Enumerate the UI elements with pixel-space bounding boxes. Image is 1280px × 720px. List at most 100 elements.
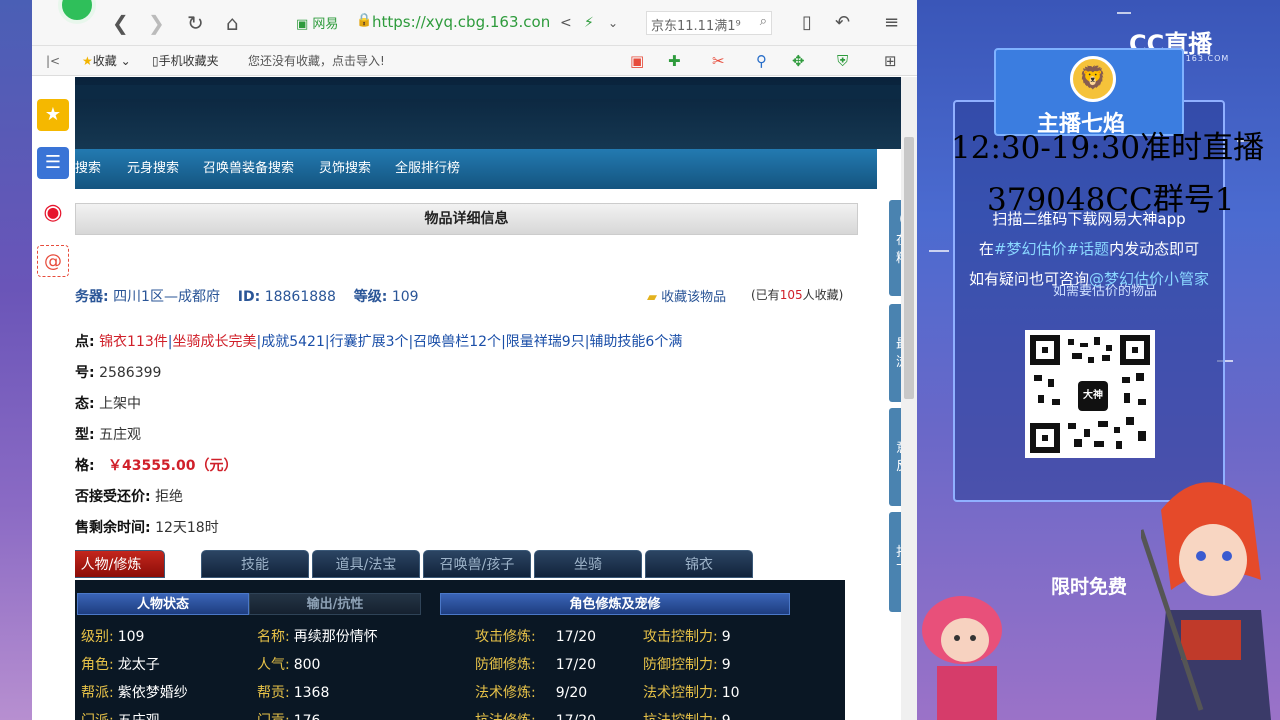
bookmark-hint[interactable]: 您还没有收藏，点击导入! bbox=[248, 46, 385, 76]
red-hair-character-figure bbox=[1141, 482, 1271, 720]
type-value: 五庄观 bbox=[99, 427, 142, 443]
detail-header: 物品详细信息 bbox=[75, 203, 858, 235]
browser-nav-bar: ❮ ❯ ↻ ⌂ ▣ 网易 🔒 https://xyq.cbg.163.con <… bbox=[32, 0, 917, 46]
address-bar[interactable]: ▣ 网易 🔒 https://xyq.cbg.163.con bbox=[290, 9, 630, 37]
menu-icon[interactable]: ≡ bbox=[884, 0, 899, 46]
star-icon: ★ bbox=[82, 54, 93, 68]
scroll-thumb[interactable] bbox=[904, 137, 914, 399]
character-info-panel: 人物状态 输出/抗性 角色修炼及宠修 级别:109 角色:龙太子帮派:紫依梦婚纱门… bbox=[75, 580, 845, 720]
flash-icon[interactable]: ⚡ bbox=[584, 0, 594, 46]
highlights-list: 锦衣113件|坐骑成长完美|成就5421|行囊扩展3个|召唤兽栏12个|限量祥瑞… bbox=[99, 334, 682, 350]
remaining-time-row: 售剩余时间: 12天18时 bbox=[75, 520, 219, 536]
news-icon[interactable]: ☰ bbox=[37, 147, 69, 179]
tab-items[interactable]: 道具/法宝 bbox=[312, 550, 420, 578]
search-input[interactable]: 京东11.11满1⁹ ⌕ bbox=[646, 11, 772, 35]
pink-character-figure bbox=[922, 596, 1002, 720]
share-icon[interactable]: < bbox=[560, 0, 572, 46]
output-cell: 名称: 再续那份情怀 bbox=[257, 629, 378, 645]
status-cell: 门派:五庄观 bbox=[81, 710, 160, 720]
gamepad-icon[interactable]: ✥ bbox=[792, 52, 805, 70]
dropdown-icon[interactable]: ⌄ bbox=[608, 0, 618, 46]
price-row: 格: ￥43555.00（元） bbox=[75, 458, 238, 474]
level-value: 109 bbox=[391, 289, 419, 305]
shield-icon[interactable]: ⛨ bbox=[837, 52, 848, 70]
qr-code[interactable]: 大神 bbox=[1025, 330, 1155, 458]
add-extension-icon[interactable]: ✚ bbox=[668, 52, 681, 70]
favorite-item-link[interactable]: ▰ 收藏该物品 bbox=[647, 286, 726, 305]
status-cell: 角色: 龙太子 bbox=[81, 657, 160, 673]
forward-icon[interactable]: ❯ bbox=[148, 0, 165, 46]
tab-character[interactable]: 人物/修炼 bbox=[75, 550, 165, 578]
stream-overlay: CC直播 CC.163.COM 如需要估价的物品 扫描二维码下载网易大神app … bbox=[917, 0, 1280, 720]
status-row: 态: 上架中 bbox=[75, 396, 142, 412]
browser-logo-icon bbox=[58, 0, 96, 24]
favorites-button[interactable]: ★收藏 ⌄ bbox=[82, 46, 131, 76]
browser-sidebar: ★ ☰ ◉ @ bbox=[32, 77, 75, 720]
cert-badge: ▣ 网易 bbox=[296, 17, 339, 32]
tab-outfits[interactable]: 锦衣 bbox=[645, 550, 753, 578]
highlight-item: 成就5421 bbox=[261, 334, 325, 350]
cultivation-cell: 攻击修炼: 17/20 bbox=[475, 629, 597, 645]
control-cell: 攻击控制力: 9 bbox=[643, 629, 731, 645]
favorites-star-icon[interactable]: ★ bbox=[37, 99, 69, 131]
id-value: 18861888 bbox=[264, 289, 336, 305]
home-icon[interactable]: ⌂ bbox=[226, 0, 239, 46]
scissors-icon[interactable]: ✂ bbox=[712, 52, 725, 70]
counter-offer-row: 否接受还价: 拒绝 bbox=[75, 489, 184, 505]
panel-head-status[interactable]: 人物状态 bbox=[77, 593, 249, 615]
status-cell: 级别: 109 bbox=[81, 629, 145, 645]
ad-line-2: 在#梦幻估价#话题内发动态即可 bbox=[978, 240, 1200, 258]
qr-center-badge: 大神 bbox=[1078, 381, 1108, 411]
detail-title: 物品详细信息 bbox=[424, 211, 509, 227]
url-text: https://xyq.cbg.163.con bbox=[372, 13, 551, 31]
tv-icon[interactable]: ▣ bbox=[630, 52, 644, 70]
magnifier-icon[interactable]: ⚲ bbox=[756, 52, 767, 70]
back-icon[interactable]: ❮ bbox=[112, 0, 129, 46]
mobile-favorites-button[interactable]: ▯手机收藏夹 bbox=[152, 46, 219, 76]
weibo-icon[interactable]: ◉ bbox=[37, 197, 69, 229]
output-cell: 门贡:176 bbox=[257, 710, 320, 720]
scrollbar[interactable] bbox=[901, 77, 917, 720]
number-value: 2586399 bbox=[99, 365, 162, 381]
price-value: ￥43555.00（元） bbox=[107, 458, 238, 474]
favorite-count: (已有105人收藏) bbox=[751, 288, 844, 302]
site-nav-menu: 搜索 元身搜索 召唤兽装备搜索 灵饰搜索 全服排行榜 bbox=[75, 149, 877, 189]
counter-offer-value: 拒绝 bbox=[155, 489, 184, 505]
control-cell: 法术控制力: 10 bbox=[643, 685, 740, 701]
nav-pet-equip-search[interactable]: 召唤兽装备搜索 bbox=[203, 149, 294, 189]
output-cell: 帮贡: 1368 bbox=[257, 685, 330, 701]
nav-role-search[interactable]: 元身搜索 bbox=[127, 149, 179, 189]
tab-pets[interactable]: 召唤兽/孩子 bbox=[423, 550, 531, 578]
reader-icon[interactable]: ▯ bbox=[802, 0, 812, 46]
undo-icon[interactable]: ↶ bbox=[835, 0, 850, 46]
nav-ranking[interactable]: 全服排行榜 bbox=[395, 149, 460, 189]
number-row: 号: 2586399 bbox=[75, 365, 162, 381]
schedule-overlay-text: 12:30-19:30准时直播 bbox=[951, 130, 1265, 166]
highlight-item: 辅助技能6个满 bbox=[589, 334, 683, 350]
server-value: 四川1区—成都府 bbox=[113, 289, 220, 305]
cultivation-cell: 抗法修炼:17/20 bbox=[475, 710, 596, 720]
reload-icon[interactable]: ↻ bbox=[187, 0, 204, 46]
control-cell: 抗法控制力:9 bbox=[643, 710, 731, 720]
nav-search[interactable]: 搜索 bbox=[75, 149, 101, 189]
tab-skills[interactable]: 技能 bbox=[201, 550, 309, 578]
panel-head-output[interactable]: 输出/抗性 bbox=[249, 593, 421, 615]
status-value: 上架中 bbox=[99, 396, 142, 412]
tab-mounts[interactable]: 坐骑 bbox=[534, 550, 642, 578]
bookmarks-bar: |< ★收藏 ⌄ ▯手机收藏夹 您还没有收藏，点击导入! ▣ ✚ ✂ ⚲ ✥ ⛨… bbox=[32, 46, 917, 76]
detail-tabs: 人物/修炼 技能 道具/法宝 召唤兽/孩子 坐骑 锦衣 bbox=[75, 550, 858, 578]
lock-icon: 🔒 bbox=[356, 13, 373, 28]
apps-icon[interactable]: ⊞ bbox=[884, 52, 897, 70]
collapse-icon[interactable]: |< bbox=[46, 46, 60, 76]
group-overlay-text: 379048CC群号13 bbox=[987, 182, 1233, 218]
browser-window: ❮ ❯ ↻ ⌂ ▣ 网易 🔒 https://xyq.cbg.163.con <… bbox=[32, 0, 917, 720]
stream-left-strip bbox=[0, 0, 32, 720]
email-icon[interactable]: @ bbox=[37, 245, 69, 277]
highlight-item: 召唤兽栏12个 bbox=[413, 334, 502, 350]
search-icon[interactable]: ⌕ bbox=[760, 14, 767, 29]
nav-ornament-search[interactable]: 灵饰搜索 bbox=[319, 149, 371, 189]
page-content: 搜索 元身搜索 召唤兽装备搜索 灵饰搜索 全服排行榜 物品详细信息 务器: 四川… bbox=[75, 77, 901, 720]
remaining-time-value: 12天18时 bbox=[155, 520, 219, 536]
highlights-row: 点: 锦衣113件|坐骑成长完美|成就5421|行囊扩展3个|召唤兽栏12个|限… bbox=[75, 334, 683, 350]
highlight-item: 限量祥瑞9只 bbox=[505, 334, 585, 350]
